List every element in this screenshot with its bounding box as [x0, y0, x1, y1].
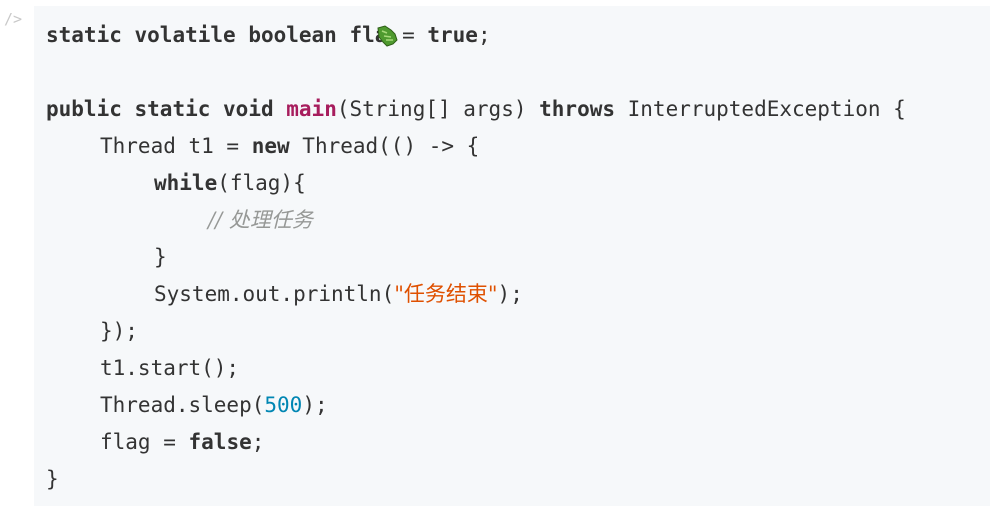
keyword-boolean: boolean — [248, 23, 337, 47]
keyword-static: static — [46, 23, 122, 47]
string-literal: "任务结束" — [394, 282, 498, 306]
code-line-3: Thread t1 = new Thread(() -> { — [100, 134, 480, 158]
keyword-public: public — [46, 97, 122, 121]
keyword-while: while — [154, 171, 218, 195]
keyword-void: void — [223, 97, 274, 121]
method-name: main — [286, 97, 337, 121]
code-line-12: } — [46, 467, 59, 491]
code-line-2: public static void main(String[] args) t… — [46, 97, 906, 121]
keyword-true: true — [427, 23, 478, 47]
code-line-9: t1.start(); — [100, 356, 240, 380]
code-line-6: } — [154, 245, 167, 269]
code-line-1: static volatile boolean fla = true; — [46, 23, 491, 47]
keyword-false: false — [188, 430, 252, 454]
code-line-5: // 处理任务 — [208, 205, 313, 235]
code-comment: // 处理任务 — [208, 208, 313, 232]
code-block[interactable]: static volatile boolean fla = true; publ… — [34, 6, 990, 506]
keyword-new: new — [251, 134, 290, 158]
code-line-4: while(flag){ — [154, 171, 306, 195]
screenshot-page: /> static volatile boolean fla = true; p… — [0, 0, 990, 511]
gutter-marker: /> — [4, 10, 23, 28]
code-line-11: flag = false; — [100, 430, 265, 454]
keyword-static: static — [134, 97, 211, 121]
code-line-8: }); — [100, 319, 138, 343]
number-literal: 500 — [264, 393, 303, 417]
code-line-10: Thread.sleep(500); — [100, 393, 328, 417]
code-line-7: System.out.println("任务结束"); — [154, 282, 523, 306]
keyword-throws: throws — [539, 97, 615, 121]
keyword-volatile: volatile — [134, 23, 236, 47]
pointer-cursor-icon — [375, 25, 399, 47]
